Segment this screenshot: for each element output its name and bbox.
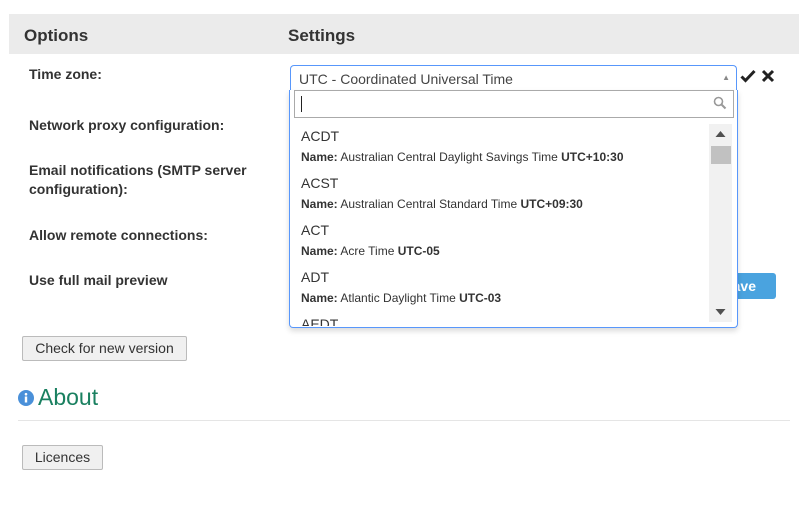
time-zone-option[interactable]: ACT Name: Acre Time UTC-05: [290, 218, 708, 265]
text-caret: [301, 96, 302, 112]
time-zone-code: ADT: [301, 269, 329, 285]
time-zone-option[interactable]: ACST Name: Australian Central Standard T…: [290, 171, 708, 218]
time-zone-description: Name: Atlantic Daylight Time UTC-03: [301, 290, 708, 306]
time-zone-description: Name: Acre Time UTC-05: [301, 243, 708, 259]
triangle-up-icon: ▲: [722, 73, 730, 82]
time-zone-name: Atlantic Daylight Time: [340, 291, 456, 305]
email-notifications-label: Email notifications (SMTP server configu…: [29, 162, 247, 197]
time-zone-selected-value: UTC - Coordinated Universal Time: [299, 71, 513, 87]
name-label: Name:: [301, 291, 338, 305]
about-title: About: [38, 384, 99, 410]
time-zone-name: Australian Central Daylight Savings Time: [340, 150, 558, 164]
time-zone-offset: UTC-03: [459, 291, 502, 305]
time-zone-code: ACDT: [301, 128, 340, 144]
time-zone-description: Name: Australian Central Standard Time U…: [301, 196, 708, 212]
time-zone-name: Acre Time: [340, 244, 395, 258]
time-zone-code: ACST: [301, 175, 339, 191]
scrollbar-thumb[interactable]: [711, 146, 731, 164]
time-zone-search-input[interactable]: [294, 90, 734, 118]
settings-column-title: Settings: [288, 26, 356, 45]
name-label: Name:: [301, 150, 338, 164]
time-zone-offset: UTC+10:30: [561, 150, 624, 164]
network-proxy-label: Network proxy configuration:: [29, 117, 225, 133]
settings-header: Options Settings: [9, 14, 799, 54]
name-label: Name:: [301, 197, 338, 211]
time-zone-results-list: ACDT Name: Australian Central Daylight S…: [290, 124, 708, 326]
allow-remote-label: Allow remote connections:: [29, 227, 208, 243]
full-mail-preview-label: Use full mail preview: [29, 272, 168, 288]
time-zone-description: Name: Australian Central Daylight Saving…: [301, 149, 708, 165]
info-icon: [18, 390, 34, 406]
results-scrollbar[interactable]: [709, 124, 732, 322]
time-zone-code: AEDT: [301, 316, 339, 326]
name-label: Name:: [301, 244, 338, 258]
time-zone-code: ACT: [301, 222, 329, 238]
close-icon[interactable]: [761, 69, 775, 83]
time-zone-offset: UTC-05: [397, 244, 440, 258]
time-zone-name: Australian Central Standard Time: [340, 197, 518, 211]
check-new-version-button[interactable]: Check for new version: [22, 336, 187, 361]
scroll-up-icon[interactable]: [709, 124, 732, 144]
options-column-title: Options: [24, 26, 89, 45]
time-zone-label: Time zone:: [29, 66, 102, 82]
checkmark-icon[interactable]: [740, 68, 756, 84]
section-divider: [18, 420, 790, 421]
time-zone-option[interactable]: ADT Name: Atlantic Daylight Time UTC-03: [290, 265, 708, 312]
time-zone-select[interactable]: UTC - Coordinated Universal Time ▲: [290, 65, 737, 91]
time-zone-dropdown: ACDT Name: Australian Central Daylight S…: [289, 90, 738, 328]
time-zone-offset: UTC+09:30: [520, 197, 583, 211]
scroll-down-icon[interactable]: [709, 302, 732, 322]
time-zone-option[interactable]: ACDT Name: Australian Central Daylight S…: [290, 124, 708, 171]
licences-button[interactable]: Licences: [22, 445, 103, 470]
time-zone-option[interactable]: AEDT: [290, 312, 708, 326]
search-icon: [713, 96, 727, 110]
